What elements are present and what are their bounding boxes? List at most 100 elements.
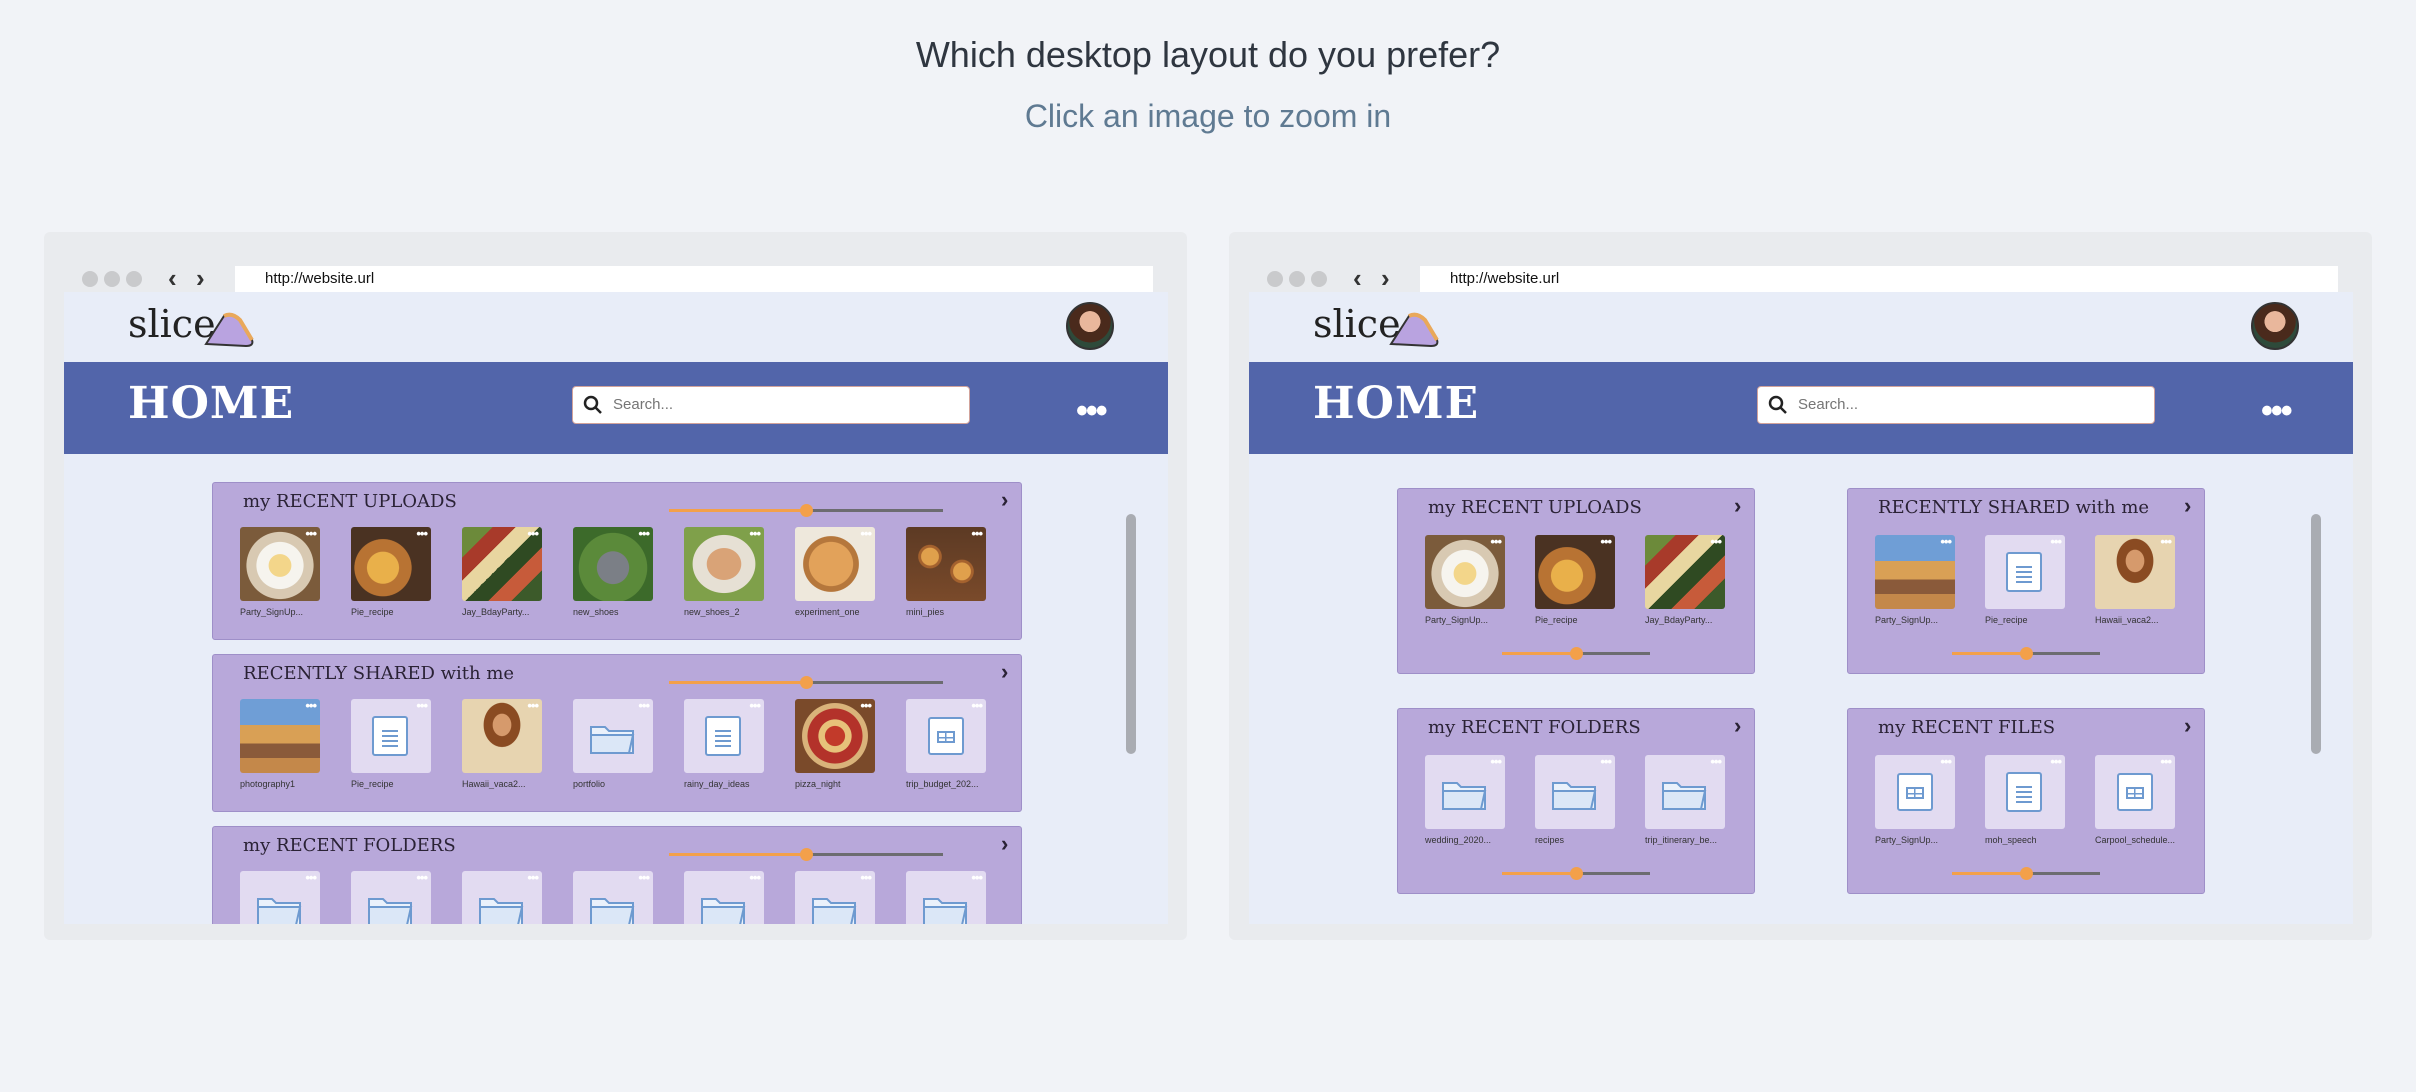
search-input[interactable]	[1796, 395, 2140, 414]
sheet-thumbnail[interactable]: •••	[2095, 755, 2175, 829]
address-bar[interactable]: http://website.url	[1420, 266, 2338, 292]
more-dots-icon[interactable]: •••	[971, 871, 983, 884]
address-bar[interactable]: http://website.url	[235, 266, 1153, 292]
image-thumbnail[interactable]: •••	[684, 527, 764, 601]
more-dots-icon[interactable]: •••	[638, 699, 650, 712]
more-dots-icon[interactable]: •••	[1710, 535, 1722, 548]
image-thumbnail[interactable]: •••	[1645, 535, 1725, 609]
slider-handle[interactable]	[1570, 647, 1583, 660]
folder-thumbnail[interactable]: •••	[462, 871, 542, 924]
more-dots-icon[interactable]: •••	[1940, 535, 1952, 548]
image-thumbnail[interactable]: •••	[1535, 535, 1615, 609]
search-box[interactable]	[572, 386, 970, 424]
more-dots-icon[interactable]: •••	[527, 699, 539, 712]
folder-thumbnail[interactable]: •••	[240, 871, 320, 924]
chevron-right-icon[interactable]: ›	[1001, 487, 1008, 513]
more-dots-icon[interactable]: •••	[305, 871, 317, 884]
more-dots-icon[interactable]: •••	[2050, 755, 2062, 768]
size-slider[interactable]	[669, 504, 943, 517]
more-dots-icon[interactable]: •••	[860, 527, 872, 540]
more-dots-icon[interactable]: •••	[527, 871, 539, 884]
more-dots-icon[interactable]: •••	[971, 527, 983, 540]
more-dots-icon[interactable]: •••	[749, 871, 761, 884]
image-thumbnail[interactable]: •••	[240, 527, 320, 601]
search-box[interactable]	[1757, 386, 2155, 424]
more-dots-icon[interactable]: •••	[1600, 535, 1612, 548]
more-dots-icon[interactable]: •••	[1940, 755, 1952, 768]
more-dots-icon[interactable]: •••	[1490, 755, 1502, 768]
more-dots-icon[interactable]: •••	[2261, 392, 2293, 431]
image-thumbnail[interactable]: •••	[795, 699, 875, 773]
more-dots-icon[interactable]: •••	[638, 871, 650, 884]
more-dots-icon[interactable]: •••	[749, 527, 761, 540]
folder-thumbnail[interactable]: •••	[573, 871, 653, 924]
more-dots-icon[interactable]: •••	[527, 527, 539, 540]
doc-thumbnail[interactable]: •••	[351, 699, 431, 773]
layout-option-b[interactable]: ‹›http://website.urlsliceHOME•••my RECEN…	[1229, 232, 2372, 940]
user-avatar[interactable]	[1066, 302, 1114, 350]
size-slider[interactable]	[1952, 647, 2100, 660]
folder-thumbnail[interactable]: •••	[1535, 755, 1615, 829]
chevron-left-icon[interactable]: ‹	[1353, 264, 1362, 292]
more-dots-icon[interactable]: •••	[305, 527, 317, 540]
more-dots-icon[interactable]: •••	[1076, 392, 1108, 431]
image-thumbnail[interactable]: •••	[240, 699, 320, 773]
size-slider[interactable]	[1952, 867, 2100, 880]
size-slider[interactable]	[669, 676, 943, 689]
slider-handle[interactable]	[800, 676, 813, 689]
chevron-right-icon[interactable]: ›	[196, 264, 205, 292]
scrollbar[interactable]	[1126, 514, 1136, 754]
image-thumbnail[interactable]: •••	[462, 699, 542, 773]
sheet-thumbnail[interactable]: •••	[1875, 755, 1955, 829]
more-dots-icon[interactable]: •••	[1490, 535, 1502, 548]
more-dots-icon[interactable]: •••	[305, 699, 317, 712]
search-input[interactable]	[611, 395, 955, 414]
scrollbar[interactable]	[2311, 514, 2321, 754]
more-dots-icon[interactable]: •••	[860, 699, 872, 712]
folder-thumbnail[interactable]: •••	[795, 871, 875, 924]
image-thumbnail[interactable]: •••	[351, 527, 431, 601]
more-dots-icon[interactable]: •••	[860, 871, 872, 884]
more-dots-icon[interactable]: •••	[749, 699, 761, 712]
folder-thumbnail[interactable]: •••	[906, 871, 986, 924]
layout-option-a[interactable]: ‹›http://website.urlsliceHOME•••my RECEN…	[44, 232, 1187, 940]
chevron-right-icon[interactable]: ›	[1734, 713, 1741, 739]
chevron-right-icon[interactable]: ›	[1381, 264, 1390, 292]
size-slider[interactable]	[1502, 867, 1650, 880]
chevron-right-icon[interactable]: ›	[1734, 493, 1741, 519]
slider-handle[interactable]	[800, 848, 813, 861]
image-thumbnail[interactable]: •••	[462, 527, 542, 601]
size-slider[interactable]	[1502, 647, 1650, 660]
more-dots-icon[interactable]: •••	[416, 527, 428, 540]
more-dots-icon[interactable]: •••	[638, 527, 650, 540]
slider-handle[interactable]	[2020, 647, 2033, 660]
more-dots-icon[interactable]: •••	[1600, 755, 1612, 768]
folder-thumbnail[interactable]: •••	[573, 699, 653, 773]
slider-handle[interactable]	[800, 504, 813, 517]
slider-handle[interactable]	[1570, 867, 1583, 880]
sheet-thumbnail[interactable]: •••	[906, 699, 986, 773]
more-dots-icon[interactable]: •••	[416, 871, 428, 884]
folder-thumbnail[interactable]: •••	[684, 871, 764, 924]
more-dots-icon[interactable]: •••	[971, 699, 983, 712]
folder-thumbnail[interactable]: •••	[1425, 755, 1505, 829]
chevron-right-icon[interactable]: ›	[1001, 831, 1008, 857]
image-thumbnail[interactable]: •••	[1425, 535, 1505, 609]
size-slider[interactable]	[669, 848, 943, 861]
more-dots-icon[interactable]: •••	[2160, 535, 2172, 548]
image-thumbnail[interactable]: •••	[906, 527, 986, 601]
more-dots-icon[interactable]: •••	[2050, 535, 2062, 548]
image-thumbnail[interactable]: •••	[2095, 535, 2175, 609]
chevron-right-icon[interactable]: ›	[2184, 713, 2191, 739]
doc-thumbnail[interactable]: •••	[1985, 755, 2065, 829]
chevron-right-icon[interactable]: ›	[1001, 659, 1008, 685]
more-dots-icon[interactable]: •••	[1710, 755, 1722, 768]
image-thumbnail[interactable]: •••	[795, 527, 875, 601]
image-thumbnail[interactable]: •••	[573, 527, 653, 601]
slider-handle[interactable]	[2020, 867, 2033, 880]
folder-thumbnail[interactable]: •••	[1645, 755, 1725, 829]
chevron-left-icon[interactable]: ‹	[168, 264, 177, 292]
image-thumbnail[interactable]: •••	[1875, 535, 1955, 609]
doc-thumbnail[interactable]: •••	[684, 699, 764, 773]
more-dots-icon[interactable]: •••	[2160, 755, 2172, 768]
